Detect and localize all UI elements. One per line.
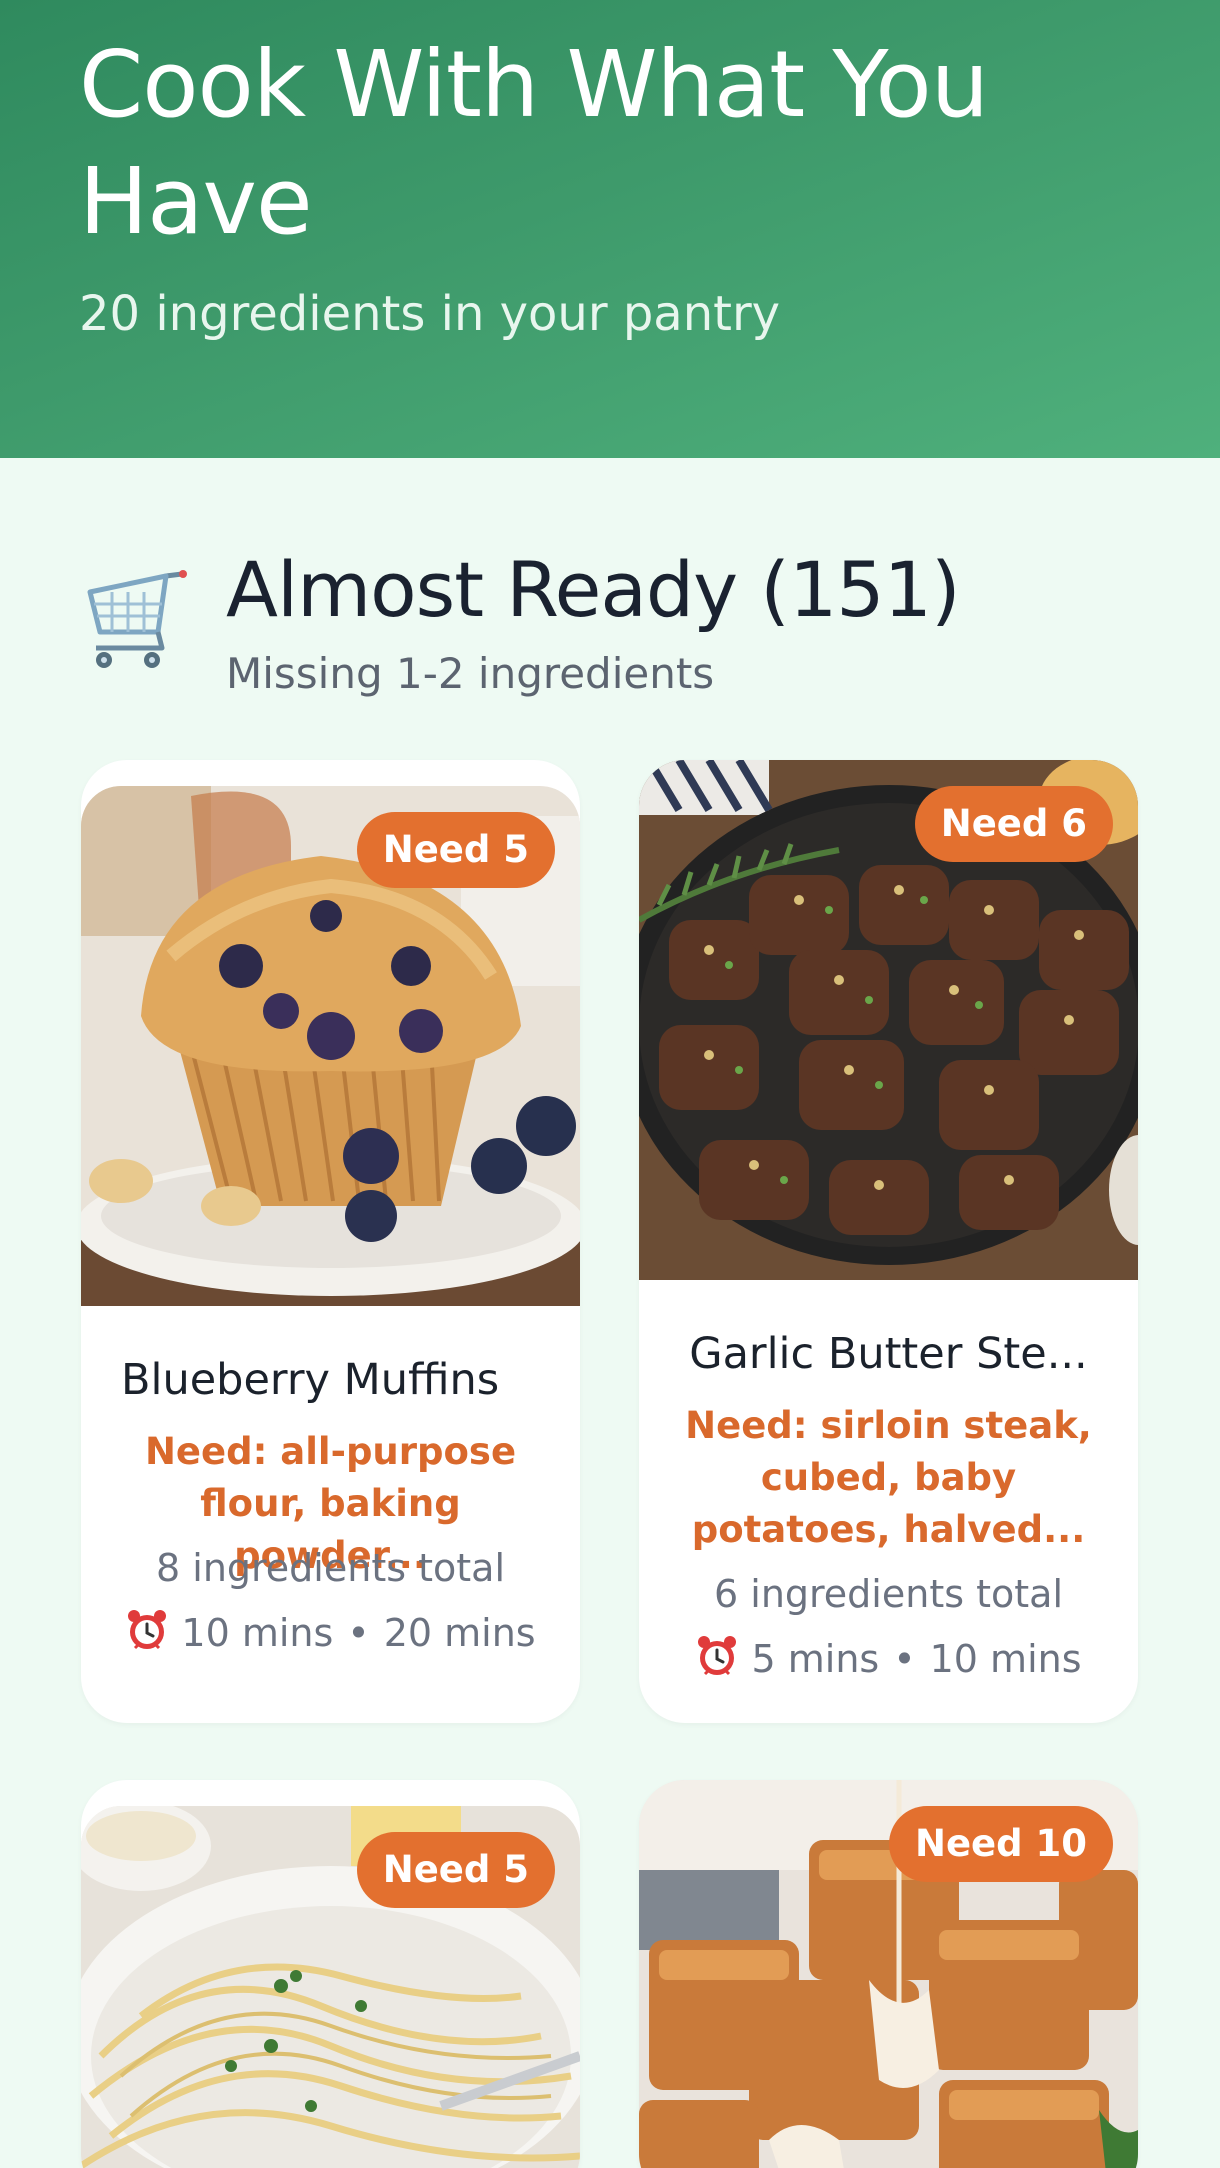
- cook-time: 10 mins: [929, 1637, 1082, 1681]
- recipe-card-garlic-butter-steak[interactable]: Need 6 Garlic Butter Ste... Need: sirloi…: [639, 760, 1138, 1723]
- alarm-clock-icon: [128, 1610, 167, 1650]
- recipe-card-french-toast[interactable]: Need 10: [639, 1780, 1138, 2168]
- page-header: Cook With What You Have 20 ingredients i…: [0, 0, 1220, 458]
- cook-time: 20 mins: [383, 1611, 536, 1655]
- recipe-card-pasta[interactable]: Need 5: [81, 1780, 580, 2168]
- time-separator: •: [347, 1611, 370, 1655]
- time-separator: •: [893, 1637, 916, 1681]
- recipe-title: Garlic Butter Ste...: [689, 1329, 1088, 1379]
- pantry-count: 20 ingredients in your pantry: [79, 286, 781, 342]
- prep-time: 10 mins: [181, 1611, 334, 1655]
- missing-ingredients: Need: sirloin steak, cubed, baby potatoe…: [685, 1404, 1092, 1551]
- section-subtitle: Missing 1-2 ingredients: [226, 649, 715, 698]
- page-title: Cook With What You Have: [79, 31, 989, 255]
- recipe-card-blueberry-muffins[interactable]: Need 5 Blueberry Muffins Need: all-purpo…: [81, 760, 580, 1723]
- ingredient-total: 8 ingredients total: [156, 1546, 505, 1590]
- recipe-times: 5 mins • 10 mins: [639, 1631, 1138, 1687]
- recipe-times: 10 mins • 20 mins: [81, 1605, 580, 1661]
- need-count-badge: Need 6: [914, 786, 1113, 862]
- need-count-badge: Need 5: [356, 812, 555, 888]
- recipe-title: Blueberry Muffins: [121, 1355, 500, 1405]
- ingredient-total: 6 ingredients total: [714, 1572, 1063, 1616]
- need-count-badge: Need 5: [356, 1832, 555, 1908]
- alarm-clock-icon: [698, 1636, 737, 1676]
- section-title: Almost Ready (151): [226, 545, 961, 634]
- shopping-cart-icon: [82, 566, 194, 678]
- prep-time: 5 mins: [751, 1637, 880, 1681]
- need-count-badge: Need 10: [888, 1806, 1113, 1882]
